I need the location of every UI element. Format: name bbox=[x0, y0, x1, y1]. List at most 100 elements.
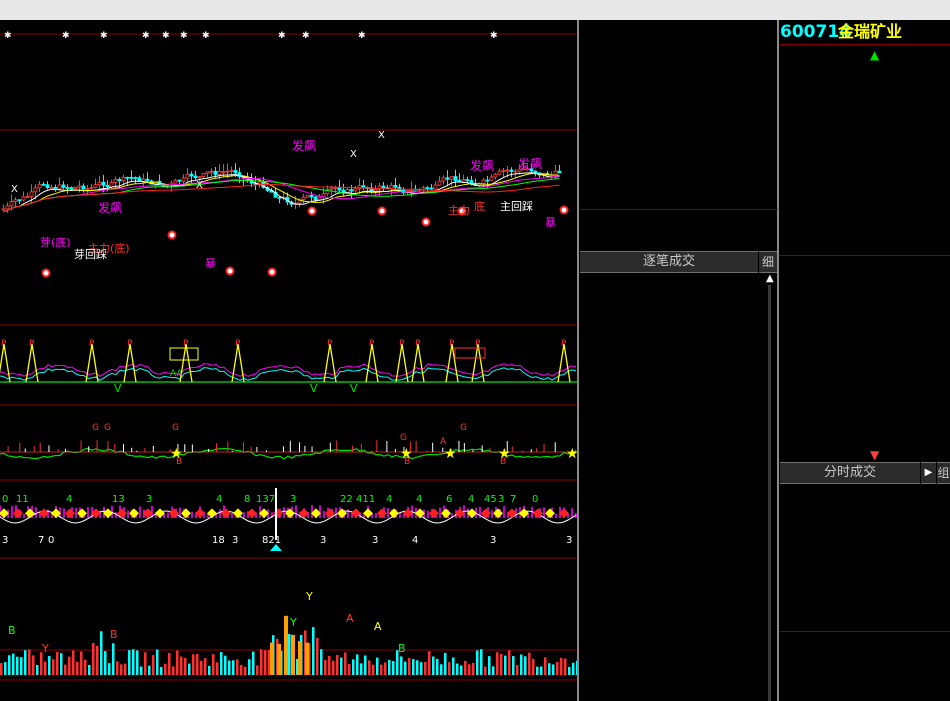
osc-marker: P bbox=[369, 339, 375, 349]
candle-body bbox=[37, 183, 42, 189]
candle-body bbox=[57, 184, 62, 190]
volume-bar bbox=[148, 665, 151, 675]
minute-trade-row[interactable] bbox=[780, 568, 950, 589]
candle-body bbox=[41, 183, 46, 186]
tick-row[interactable] bbox=[580, 566, 766, 587]
tick-row[interactable] bbox=[580, 482, 766, 503]
volume-bar bbox=[176, 650, 179, 675]
play-arrow-icon[interactable]: ▶ bbox=[921, 462, 936, 484]
tick-list[interactable] bbox=[580, 272, 766, 692]
tick-list-header[interactable]: 逐笔成交 bbox=[580, 251, 758, 273]
tick-row[interactable] bbox=[580, 356, 766, 377]
minute-trades-header[interactable]: 分时成交 bbox=[780, 462, 920, 484]
minute-trade-row[interactable] bbox=[780, 505, 950, 526]
tick-row[interactable] bbox=[580, 335, 766, 356]
volume-bar bbox=[380, 664, 383, 675]
tick-row[interactable] bbox=[580, 671, 766, 692]
candle-body bbox=[333, 187, 338, 189]
volume-bar bbox=[220, 651, 223, 675]
tick-row[interactable] bbox=[580, 293, 766, 314]
bid-level[interactable] bbox=[780, 424, 950, 445]
ask-level[interactable] bbox=[780, 108, 950, 129]
asterisk-marker: ✱ bbox=[302, 31, 310, 41]
bid-level[interactable] bbox=[780, 403, 950, 424]
bid-level[interactable] bbox=[780, 256, 950, 277]
tick-row[interactable] bbox=[580, 524, 766, 545]
tick-row[interactable] bbox=[580, 440, 766, 461]
tick-row[interactable] bbox=[580, 461, 766, 482]
minute-trade-row[interactable] bbox=[780, 589, 950, 610]
signal-circle bbox=[377, 206, 387, 216]
volume-bar bbox=[0, 663, 3, 675]
volume-bar bbox=[420, 662, 423, 675]
tick-row[interactable] bbox=[580, 272, 766, 293]
tick-row[interactable] bbox=[580, 419, 766, 440]
volume-marker: Y bbox=[305, 590, 313, 603]
intraday-kline-chart[interactable]: ✱ ✱ ✱ ✱ ✱ ✱ ✱ ✱ ✱ ✱ ✱发飙发飙 发飙发飙暴暴芽(底) 主力(底)主力 底芽回踩主回踩X… bbox=[0, 20, 578, 701]
osc-marker: G bbox=[400, 433, 407, 443]
minute-trade-row[interactable] bbox=[780, 674, 950, 695]
tick-row[interactable] bbox=[580, 629, 766, 650]
tick-scrollbar[interactable] bbox=[768, 285, 771, 701]
tick-row[interactable] bbox=[580, 650, 766, 671]
diamond-marker bbox=[441, 508, 451, 519]
volume-bar bbox=[72, 650, 75, 675]
bid-level[interactable] bbox=[780, 298, 950, 319]
minute-trade-row[interactable] bbox=[780, 653, 950, 674]
volume-bar bbox=[340, 657, 343, 675]
volume-bar bbox=[572, 662, 575, 675]
ask-level[interactable] bbox=[780, 87, 950, 108]
osc-spike bbox=[85, 343, 99, 383]
ask-level[interactable] bbox=[780, 213, 950, 234]
tick-row[interactable] bbox=[580, 314, 766, 335]
candle-body bbox=[113, 179, 118, 183]
minute-trade-row[interactable] bbox=[780, 547, 950, 568]
minute-trade-row[interactable] bbox=[780, 484, 950, 505]
candle-body bbox=[305, 194, 310, 198]
volume-bar bbox=[540, 666, 543, 675]
tick-detail-tab[interactable]: 细 bbox=[759, 251, 777, 273]
ask-level[interactable] bbox=[780, 66, 950, 87]
ask-level[interactable] bbox=[780, 192, 950, 213]
tick-row[interactable] bbox=[580, 377, 766, 398]
ask-level[interactable] bbox=[780, 129, 950, 150]
candle-body bbox=[393, 185, 398, 188]
minute-trades-list[interactable] bbox=[780, 484, 950, 695]
minute-trade-row[interactable] bbox=[780, 631, 950, 653]
volume-bar bbox=[132, 649, 135, 675]
bid-level[interactable] bbox=[780, 340, 950, 361]
candle-body bbox=[277, 196, 282, 199]
tick-row[interactable] bbox=[580, 545, 766, 566]
bid-level[interactable] bbox=[780, 277, 950, 298]
volume-bar bbox=[32, 655, 35, 675]
tick-row[interactable] bbox=[580, 587, 766, 608]
ask-level[interactable] bbox=[780, 150, 950, 171]
volume-bar bbox=[264, 650, 267, 675]
candle-body bbox=[201, 172, 206, 178]
candle-body bbox=[481, 179, 486, 184]
bid-level[interactable] bbox=[780, 361, 950, 382]
volume-marker: B bbox=[110, 628, 118, 641]
macd-number: 821 bbox=[262, 535, 281, 546]
volume-bar bbox=[392, 661, 395, 675]
minute-trade-row[interactable] bbox=[780, 610, 950, 631]
ask-level[interactable]: ▲ bbox=[780, 45, 950, 66]
volume-bar bbox=[344, 652, 347, 675]
diamond-marker bbox=[285, 508, 295, 519]
candle-body bbox=[5, 205, 10, 210]
tick-row[interactable] bbox=[580, 398, 766, 419]
ask-level[interactable] bbox=[780, 234, 950, 255]
tick-row[interactable] bbox=[580, 503, 766, 524]
scroll-up-icon[interactable]: ▲ bbox=[766, 273, 774, 284]
ask-levels: ▲ bbox=[780, 45, 950, 255]
volume-bar bbox=[328, 655, 331, 675]
diamond-marker bbox=[429, 508, 439, 519]
minute-trade-row[interactable] bbox=[780, 526, 950, 547]
bid-level[interactable] bbox=[780, 382, 950, 403]
signal-label: 芽(底) bbox=[40, 235, 71, 249]
ask-level[interactable] bbox=[780, 171, 950, 192]
bid-level[interactable] bbox=[780, 319, 950, 340]
tick-row[interactable] bbox=[580, 608, 766, 629]
macd-number: 22 bbox=[340, 494, 353, 505]
minute-group-tab[interactable]: 组 bbox=[937, 462, 950, 484]
